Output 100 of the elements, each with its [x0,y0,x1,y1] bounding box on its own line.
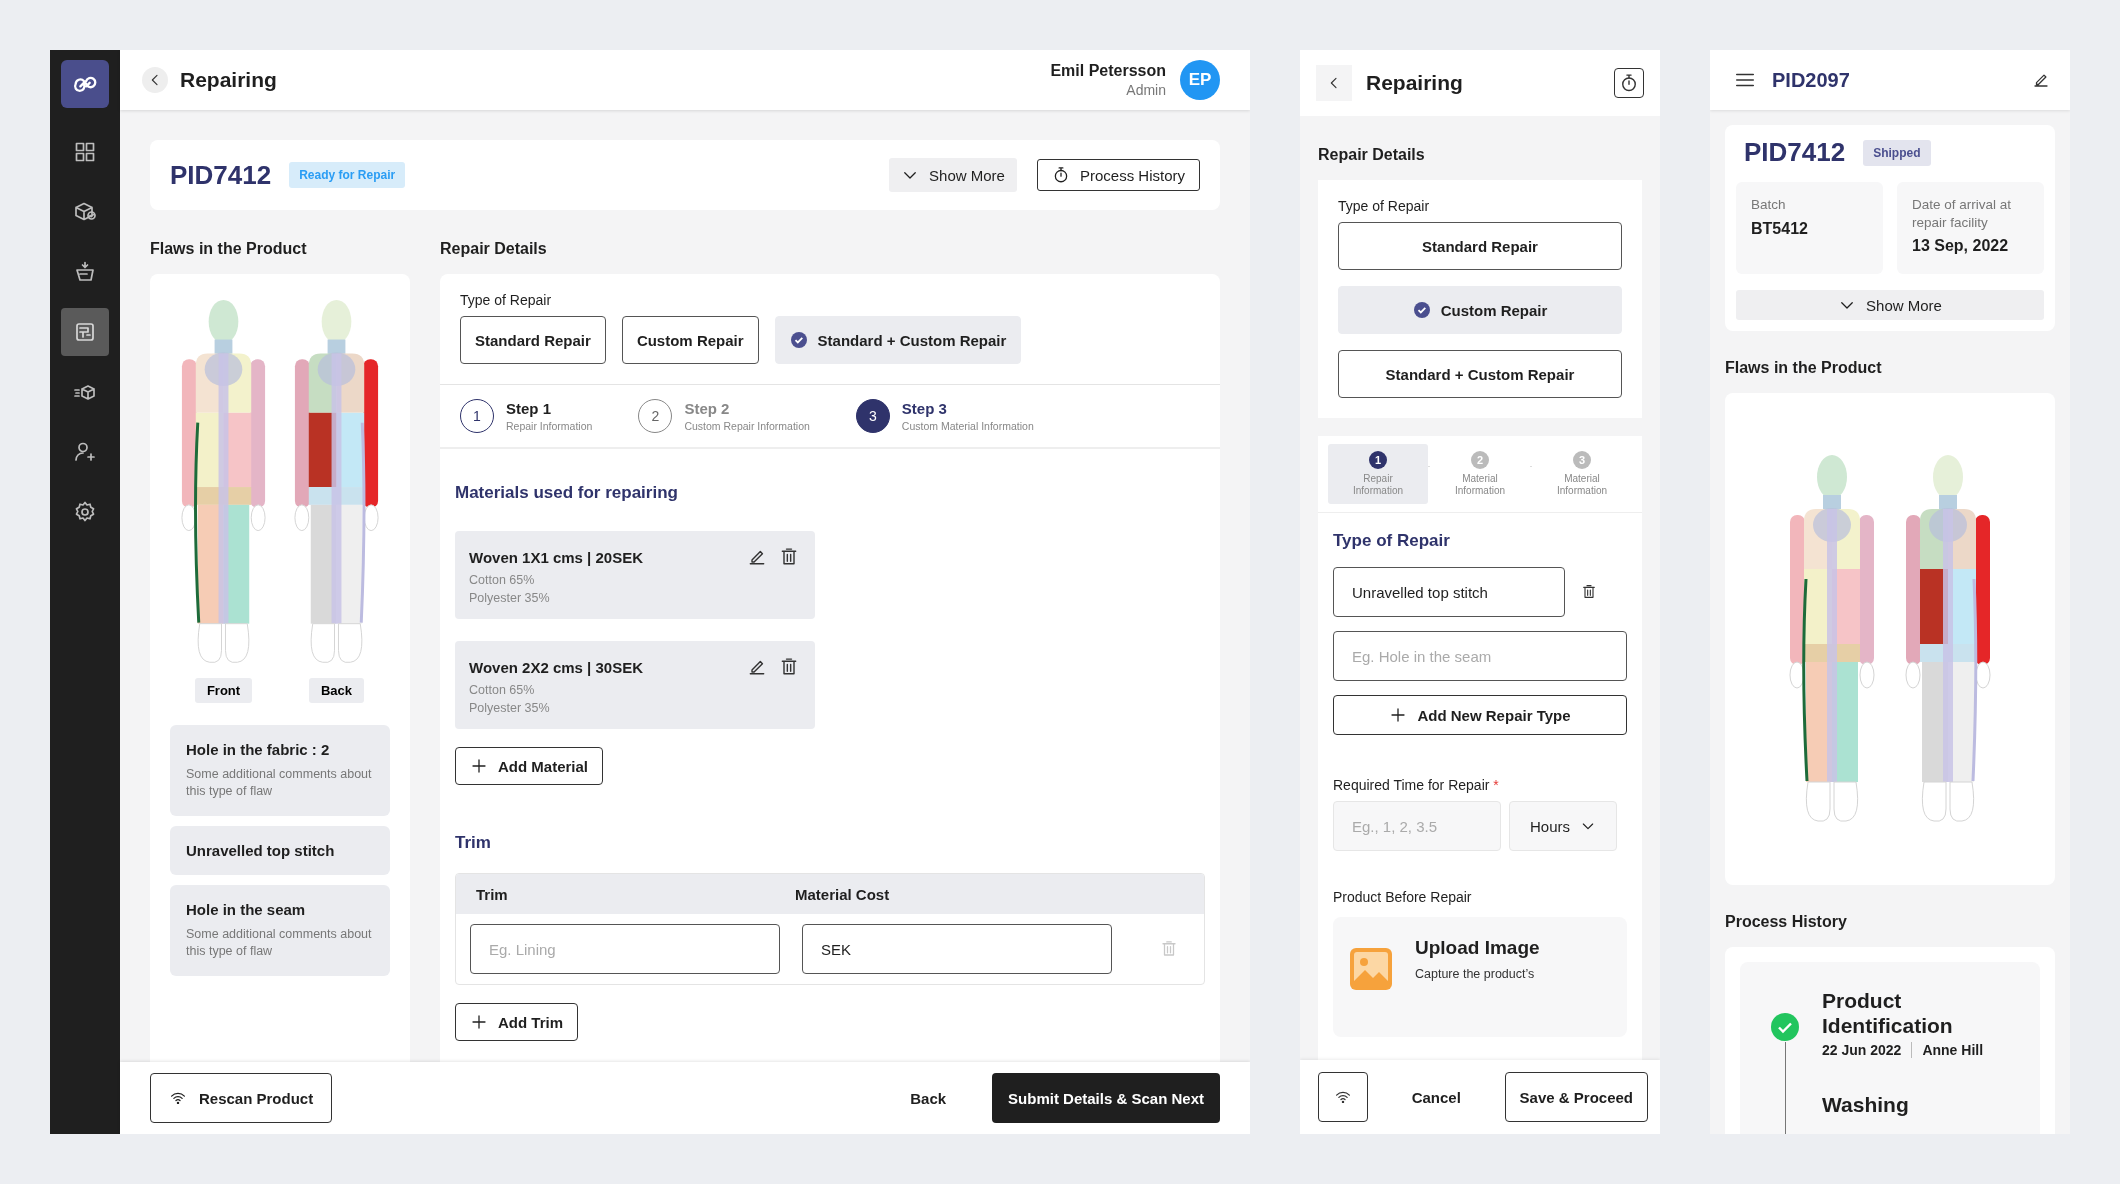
repair-type-option[interactable]: Custom Repair [1338,286,1622,334]
flaw-title: Hole in the seam [186,900,307,918]
history-person: Anne Hill [1922,1042,1984,1059]
add-trim-button[interactable]: Add Trim [455,1003,578,1041]
history-title: Product Identification [1822,988,1954,1039]
input-field[interactable]: Eg. Hole in the seam [1333,631,1627,681]
detail-value: 13 Sep, 2022 [1912,237,2010,256]
material-composition: Cotton 65% [469,683,536,697]
detail-label: Batch [1751,196,1787,214]
flaw-card[interactable]: Unravelled top stitch [170,825,390,875]
product-id: PID7412 [1744,137,1846,168]
step-title[interactable]: Step 2 [684,400,810,417]
history-date: 22 Jun 2022 [1822,1042,1902,1059]
upload-area[interactable]: Upload Image Capture the product’s [1333,917,1627,1037]
section-heading: Materials used for repairing [455,483,679,503]
page-title: Repairing [1366,71,1464,95]
material-name: Woven 1X1 cms | 20SEK [469,548,644,566]
scan-button[interactable] [1318,1072,1368,1122]
plus-icon [470,757,488,775]
step-tab[interactable]: 3 Material Information [1532,444,1632,504]
input-field[interactable]: SEK [802,924,1112,974]
step-number[interactable]: 3 [855,399,890,433]
cancel-button[interactable]: Cancel [1376,1080,1497,1114]
back-button[interactable]: Back [900,1081,957,1115]
step-number: 1 [1369,451,1387,469]
show-more-button[interactable]: Show More [1736,290,2044,320]
material-composition: Polyester 35% [469,591,551,605]
save-button[interactable]: Save & Proceed [1504,1072,1648,1122]
history-button[interactable] [1614,68,1644,98]
column-header: Material Cost [795,885,891,903]
submit-button[interactable]: Submit Details & Scan Next [992,1073,1220,1123]
image-icon [1349,947,1393,991]
view-button[interactable]: Back [308,678,365,704]
repair-type-option[interactable]: Standard Repair [1338,222,1622,270]
step-subtitle: Repair Information [506,420,593,432]
trash-icon [779,547,799,567]
trash-icon [1581,584,1597,600]
view-button[interactable]: Front [194,678,253,704]
section-title: Repair Details [1318,146,1426,164]
check-icon [789,331,808,349]
step-tab[interactable]: 1 Repair Information [1328,444,1428,504]
step-number[interactable]: 2 [638,399,673,433]
section-heading: Type of Repair [1333,531,1451,551]
process-history-button[interactable]: Process History [1036,159,1200,191]
field-label: Type of Repair [460,292,553,308]
detail-value: BT5412 [1751,219,1809,238]
step-number: 3 [1573,451,1591,469]
trash-icon [1160,940,1178,958]
input-field[interactable]: Eg. Lining [470,924,780,974]
repair-type-option[interactable]: Standard Repair [460,316,606,364]
trash-icon [779,657,799,677]
flaw-title: Hole in the fabric : 2 [186,741,331,759]
timer-icon [1619,73,1639,93]
section-title: Flaws in the Product [150,240,308,258]
repair-type-option[interactable]: Standard + Custom Repair [774,316,1022,364]
step-label: Material Information [1556,473,1608,497]
flaw-comment: Some additional comments about this type of flaw [186,766,373,800]
flaw-card[interactable]: Hole in the fabric : 2 Some additional comments about this type of flaw [170,725,390,816]
unit-dropdown[interactable]: Hours [1509,801,1617,851]
repair-type-option[interactable]: Standard + Custom Repair [1338,350,1622,398]
section-title: Repair Details [440,240,548,258]
step-number: 2 [1471,451,1489,469]
history-title: Washing [1822,1092,1910,1118]
status-badge: Shipped [1863,139,1931,166]
section-heading: Trim [455,833,492,853]
step-subtitle: Custom Material Information [901,420,1034,432]
material-name: Woven 2X2 cms | 30SEK [469,658,644,676]
show-more-button[interactable]: Show More [889,158,1017,192]
upload-title: Upload Image [1415,937,1540,959]
rescan-button[interactable]: Rescan Product [150,1073,333,1123]
step-title[interactable]: Step 1 [506,400,593,417]
add-material-button[interactable]: Add Material [455,747,603,785]
status-badge: Ready for Repair [289,162,406,188]
field-label: Type of Repair [1338,198,1431,214]
back-button[interactable] [142,67,168,93]
step-title[interactable]: Step 3 [901,400,1034,417]
field-label: Required Time for Repair * [1333,777,1500,793]
user-add-icon [73,440,97,464]
step-label: Repair Information [1352,473,1404,497]
repair-type-option[interactable]: Custom Repair [621,316,759,364]
input-field[interactable]: Unravelled top stitch [1333,567,1565,617]
flaw-card[interactable]: Hole in the seam Some additional comments about this type of flaw [170,884,390,976]
user-name: Emil Petersson [1050,62,1166,80]
material-composition: Polyester 35% [469,701,551,715]
material-composition: Cotton 65% [469,573,536,587]
step-tab[interactable]: 2 Material Information [1430,444,1530,504]
column-header: Trim [476,885,509,903]
plus-icon [470,1013,488,1031]
field-label: Product Before Repair [1333,889,1473,905]
add-repair-type-button[interactable]: Add New Repair Type [1333,695,1627,735]
nav-button[interactable] [61,308,109,356]
section-title: Flaws in the Product [1725,359,1883,377]
section-title: Process History [1725,913,1848,931]
check-icon [1770,1012,1800,1042]
detail-label: Date of arrival at repair facility [1912,196,2013,232]
step-label: Material Information [1454,473,1506,497]
upload-hint: Capture the product’s [1415,967,1536,981]
logo-icon[interactable] [61,60,109,108]
flaw-comment: Some additional comments about this type of flaw [186,925,373,960]
product-id: PID7412 [170,159,272,191]
